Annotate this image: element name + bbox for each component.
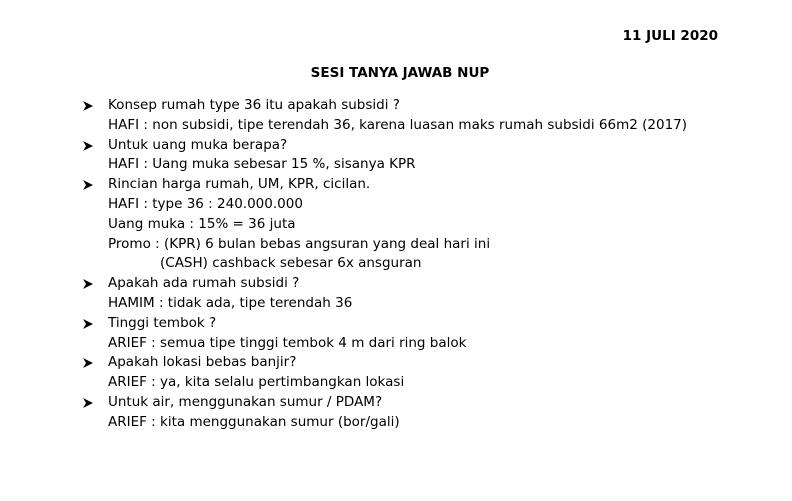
arrowhead-bullet-icon	[82, 393, 96, 413]
document-page: 11 JULI 2020 SESI TANYA JAWAB NUP Konsep…	[0, 0, 792, 501]
arrowhead-bullet-icon	[82, 274, 96, 294]
question-text: Untuk uang muka berapa?	[108, 136, 288, 153]
question-text: Tinggi tembok ?	[108, 314, 217, 331]
answer-text: (CASH) cashback sebesar 6x ansguran	[160, 255, 422, 272]
question-item: Apakah ada rumah subsidi ?	[80, 274, 760, 294]
question-text: Rincian harga rumah, UM, KPR, cicilan.	[108, 176, 371, 193]
answer-line: HAFI : Uang muka sebesar 15 %, sisanya K…	[80, 155, 760, 175]
answer-text: Uang muka : 15% = 36 juta	[108, 215, 296, 232]
answer-text: HAMIM : tidak ada, tipe terendah 36	[108, 294, 353, 311]
answer-line: HAMIM : tidak ada, tipe terendah 36	[80, 294, 760, 314]
answer-line: ARIEF : ya, kita selalu pertimbangkan lo…	[80, 373, 760, 393]
arrowhead-bullet-icon	[82, 175, 96, 195]
question-text: Apakah ada rumah subsidi ?	[108, 275, 300, 292]
answer-line: HAFI : non subsidi, tipe terendah 36, ka…	[80, 116, 760, 136]
arrowhead-bullet-icon	[82, 136, 96, 156]
answer-text: HAFI : non subsidi, tipe terendah 36, ka…	[108, 116, 688, 133]
answer-line: ARIEF : semua tipe tinggi tembok 4 m dar…	[80, 334, 760, 354]
document-date: 11 JULI 2020	[622, 28, 718, 44]
answer-line: ARIEF : kita menggunakan sumur (bor/gali…	[80, 413, 760, 433]
question-item: Tinggi tembok ?	[80, 314, 760, 334]
question-item: Konsep rumah type 36 itu apakah subsidi …	[80, 96, 760, 116]
answer-text: HAFI : Uang muka sebesar 15 %, sisanya K…	[108, 156, 416, 173]
arrowhead-bullet-icon	[82, 96, 96, 116]
answer-text: ARIEF : semua tipe tinggi tembok 4 m dar…	[108, 334, 467, 351]
question-item: Rincian harga rumah, UM, KPR, cicilan.	[80, 175, 760, 195]
arrowhead-bullet-icon	[82, 353, 96, 373]
answer-line: Promo : (KPR) 6 bulan bebas angsuran yan…	[80, 235, 760, 255]
question-item: Untuk air, menggunakan sumur / PDAM?	[80, 393, 760, 413]
answer-text: ARIEF : ya, kita selalu pertimbangkan lo…	[108, 374, 405, 391]
answer-text: ARIEF : kita menggunakan sumur (bor/gali…	[108, 413, 400, 430]
answer-line: (CASH) cashback sebesar 6x ansguran	[80, 254, 760, 274]
question-item: Untuk uang muka berapa?	[80, 136, 760, 156]
arrowhead-bullet-icon	[82, 314, 96, 334]
question-text: Apakah lokasi bebas banjir?	[108, 354, 297, 371]
question-text: Konsep rumah type 36 itu apakah subsidi …	[108, 97, 400, 113]
question-item: Apakah lokasi bebas banjir?	[80, 353, 760, 373]
answer-line: HAFI : type 36 : 240.000.000	[80, 195, 760, 215]
answer-text: Promo : (KPR) 6 bulan bebas angsuran yan…	[108, 235, 491, 252]
qa-list: Konsep rumah type 36 itu apakah subsidi …	[80, 96, 760, 433]
question-text: Untuk air, menggunakan sumur / PDAM?	[108, 393, 383, 410]
document-title: SESI TANYA JAWAB NUP	[310, 65, 490, 81]
answer-line: Uang muka : 15% = 36 juta	[80, 215, 760, 235]
answer-text: HAFI : type 36 : 240.000.000	[108, 195, 303, 212]
